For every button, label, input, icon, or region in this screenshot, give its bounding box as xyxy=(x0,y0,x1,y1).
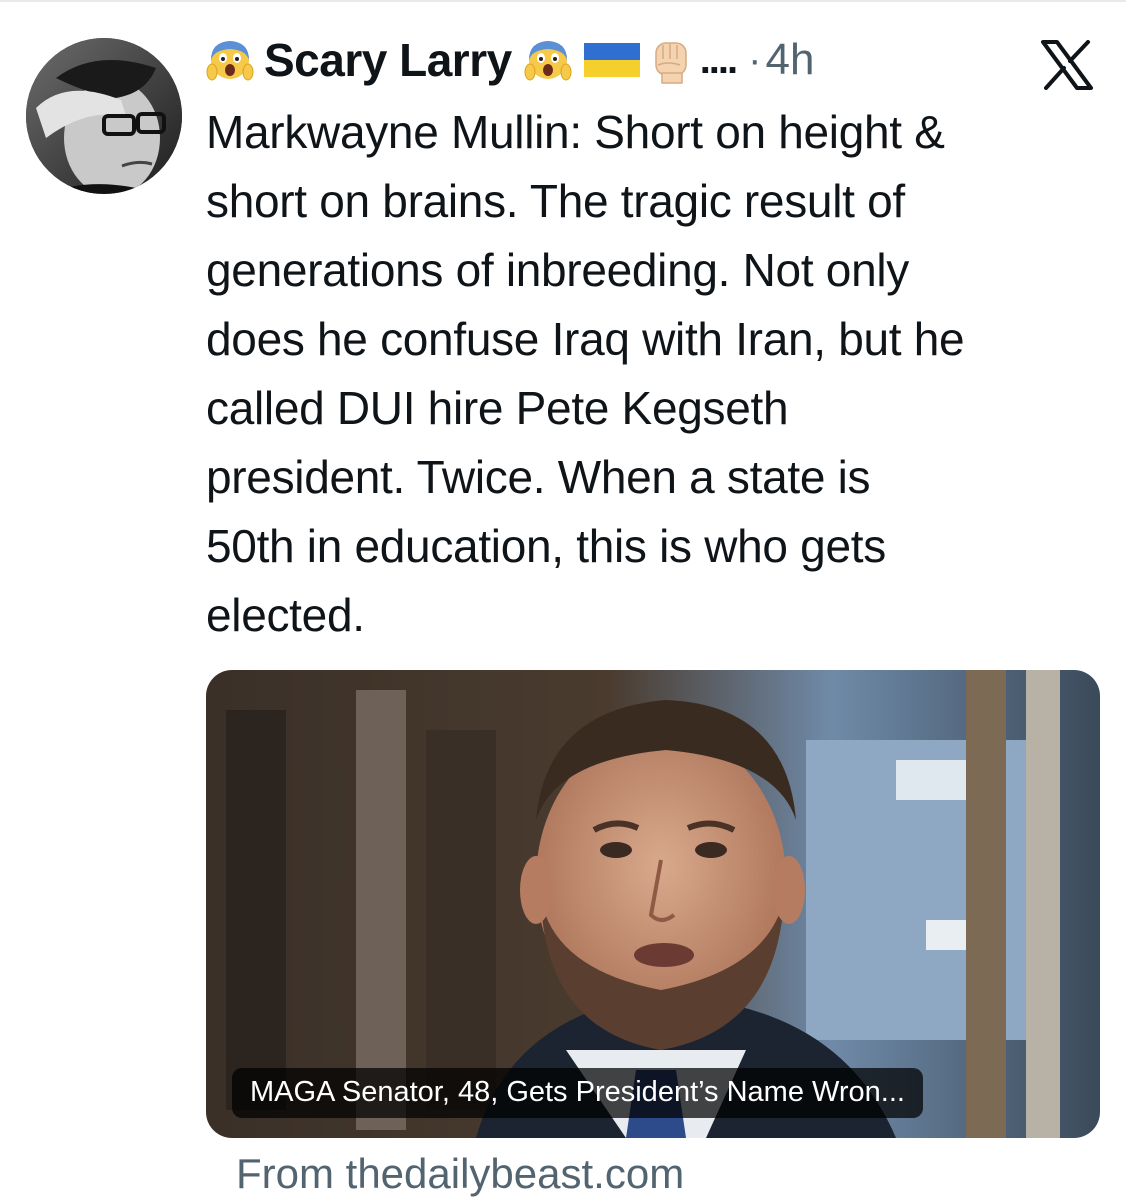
timestamp[interactable]: 4h xyxy=(765,35,814,85)
avatar-photo xyxy=(26,38,182,194)
top-divider xyxy=(0,0,1126,2)
scream-emoji-icon xyxy=(206,41,254,81)
post-header: Scary Larry .... · 4h xyxy=(206,28,814,92)
avatar[interactable] xyxy=(26,38,182,194)
ukraine-flag-icon xyxy=(583,43,640,77)
link-card[interactable]: MAGA Senator, 48, Gets President’s Name … xyxy=(206,670,1100,1138)
post-text: Markwayne Mullin: Short on height & shor… xyxy=(206,106,965,641)
raised-fist-icon xyxy=(654,42,687,84)
name-truncation: .... xyxy=(699,37,738,82)
link-card-caption: MAGA Senator, 48, Gets President’s Name … xyxy=(232,1068,923,1118)
x-logo-icon[interactable] xyxy=(1036,34,1098,96)
dot-separator: · xyxy=(748,37,762,82)
scream-emoji-icon xyxy=(524,41,572,81)
link-source[interactable]: From thedailybeast.com xyxy=(236,1150,684,1198)
author-display-name[interactable]: Scary Larry xyxy=(264,33,512,87)
